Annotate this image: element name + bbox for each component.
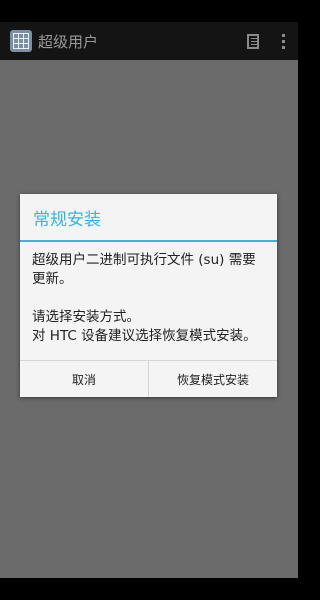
message-choose-method: 请选择安装方式。 对 HTC 设备建议选择恢复模式安装。 [32,309,257,344]
overflow-menu-button[interactable] [268,22,298,60]
status-bar [0,0,298,22]
dialog-title: 常规安装 [33,209,101,230]
navigation-bar [0,578,298,600]
more-vert-icon [281,33,285,49]
log-button[interactable] [238,22,268,60]
action-bar: 超级用户 [0,22,298,60]
document-icon [247,33,259,49]
dialog-message: 超级用户二进制可执行文件 (su) 需要更新。 请选择安装方式。 对 HTC 设… [20,242,277,360]
dialog-button-bar: 取消 恢复模式安装 [20,360,277,397]
app-title: 超级用户 [38,32,99,51]
cancel-button[interactable]: 取消 [20,361,148,397]
recovery-install-button[interactable]: 恢复模式安装 [148,361,277,397]
install-dialog: 常规安装 超级用户二进制可执行文件 (su) 需要更新。 请选择安装方式。 对 … [20,194,277,397]
message-update-notice: 超级用户二进制可执行文件 (su) 需要更新。 [32,252,256,287]
app-icon [10,30,32,52]
